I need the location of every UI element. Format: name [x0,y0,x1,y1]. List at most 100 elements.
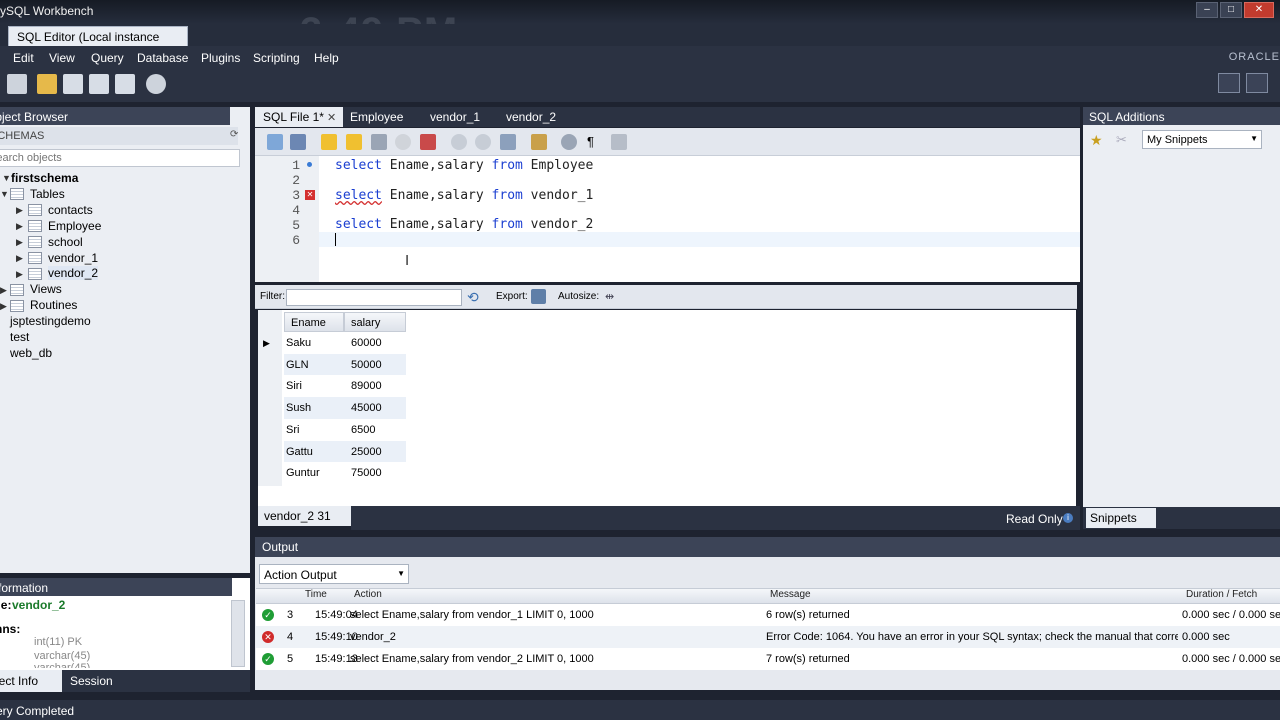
table-row[interactable]: Siri 89000 [284,375,406,398]
explain-icon[interactable] [371,134,387,150]
execute-icon[interactable] [321,134,337,150]
tab-sql-editor[interactable]: SQL Editor (Local instance M... [8,26,188,58]
export-icon[interactable] [531,289,546,304]
tab-session[interactable]: Session [70,674,113,688]
table-vendor-2[interactable]: vendor_2 [48,266,99,280]
schema-test[interactable]: test [10,330,29,344]
cell-ename[interactable]: Guntur [284,462,344,484]
schema-firstschema[interactable]: firstschema [11,171,78,185]
menu-help[interactable]: Help [314,51,339,65]
toggle-output-icon[interactable] [1246,73,1268,93]
toggle-error-icon[interactable] [420,134,436,150]
snippets-list[interactable] [1083,152,1280,507]
info-scrollbar[interactable] [231,600,245,667]
close-icon[interactable]: ✕ [1244,2,1274,18]
tab-result-vendor-2[interactable]: vendor_2 31 [258,506,351,526]
table-row[interactable]: Guntur 75000 [284,462,406,485]
filter-input[interactable] [286,289,462,306]
output-type-select[interactable]: Action Output ▼ [259,564,409,584]
cell-ename[interactable]: Sush [284,397,344,419]
new-table-icon[interactable] [63,74,83,94]
views-node[interactable]: Views [30,282,62,296]
column-header-time[interactable]: Time [305,589,327,603]
new-schema-icon[interactable] [37,74,57,94]
new-routine-icon[interactable] [115,74,135,94]
close-tab-icon[interactable]: ✕ [327,111,336,124]
expand-table-icon[interactable]: ▶ [16,221,23,232]
search-objects-input[interactable] [0,149,240,167]
rollback-icon[interactable] [475,134,491,150]
autosize-icon[interactable]: ⇹ [605,290,614,303]
menu-database[interactable]: Database [137,51,188,65]
table-school[interactable]: school [48,235,83,249]
table-row[interactable]: Gattu 25000 [284,440,406,463]
routines-node[interactable]: Routines [30,298,77,312]
expand-firstschema-icon[interactable]: ▼ [2,173,11,183]
invisible-chars-icon[interactable]: ¶ [587,134,594,149]
reconnect-icon[interactable] [146,74,166,94]
expand-table-icon[interactable]: ▶ [16,269,23,280]
syntax-error-icon[interactable]: ✕ [305,190,315,200]
table-row[interactable]: Sush 45000 [284,397,406,420]
expand-table-icon[interactable]: ▶ [16,253,23,264]
toggle-sidebar-icon[interactable] [1218,73,1240,93]
menu-edit[interactable]: Edit [13,51,34,65]
cell-salary[interactable]: 60000 [349,332,405,354]
tab-object-info[interactable]: Object Info [0,670,62,692]
expand-routines-icon[interactable]: ▶ [0,301,7,312]
table-row[interactable]: GLN 50000 [284,353,406,376]
add-snippet-icon[interactable]: ★ [1090,132,1103,149]
tab-vendor-1[interactable]: vendor_1 [422,107,488,127]
tab-vendor-2[interactable]: vendor_2 [498,107,564,127]
expand-views-icon[interactable]: ▶ [0,285,7,296]
save-icon[interactable] [290,134,306,150]
column-header-salary[interactable]: salary [344,312,406,332]
menu-scripting[interactable]: Scripting [253,51,300,65]
cell-salary[interactable]: 50000 [349,354,405,376]
cell-ename[interactable]: Gattu [284,441,344,463]
cell-ename[interactable]: Sri [284,419,344,441]
schema-jsptestingdemo[interactable]: jsptestingdemo [10,314,91,328]
table-vendor-1[interactable]: vendor_1 [48,251,98,265]
commit-icon[interactable] [451,134,467,150]
remove-snippet-icon[interactable]: ✂ [1116,132,1127,148]
open-file-icon[interactable] [267,134,283,150]
beautify-icon[interactable] [531,134,547,150]
cell-salary[interactable]: 6500 [349,419,405,441]
output-row[interactable]: ✓ 3 15:49:04 select Ename,salary from vendo… [256,604,1280,626]
expand-tables-icon[interactable]: ▼ [0,189,9,199]
expand-table-icon[interactable]: ▶ [16,237,23,248]
refresh-icon[interactable]: ⟲ [467,289,479,306]
column-header-duration[interactable]: Duration / Fetch [1186,589,1257,603]
execute-current-icon[interactable] [346,134,362,150]
menu-plugins[interactable]: Plugins [201,51,240,65]
tables-node[interactable]: Tables [30,187,65,201]
cell-ename[interactable]: Siri [284,375,344,397]
column-header-message[interactable]: Message [770,589,811,603]
menu-query[interactable]: Query [91,51,124,65]
minimize-icon[interactable]: – [1196,2,1218,18]
table-row[interactable]: Saku 60000 [284,332,406,354]
word-wrap-icon[interactable] [611,134,627,150]
table-contacts[interactable]: contacts [48,203,93,217]
refresh-schemas-icon[interactable]: ⟳ [230,129,238,140]
stop-icon[interactable] [395,134,411,150]
column-header-ename[interactable]: Ename [284,312,344,332]
cell-salary[interactable]: 25000 [349,441,405,463]
new-view-icon[interactable] [89,74,109,94]
cell-ename[interactable]: Saku [284,332,344,354]
expand-table-icon[interactable]: ▶ [16,205,23,216]
info-icon[interactable]: i [1063,513,1073,523]
new-connection-icon[interactable] [7,74,27,94]
cell-salary[interactable]: 89000 [349,375,405,397]
tab-snippets[interactable]: Snippets [1086,508,1156,528]
column-header-action[interactable]: Action [354,589,382,603]
maximize-icon[interactable]: □ [1220,2,1242,18]
tab-employee[interactable]: Employee [342,107,411,127]
cell-salary[interactable]: 75000 [349,462,405,484]
cell-ename[interactable]: GLN [284,354,344,376]
output-row[interactable]: ✓ 5 15:49:13 select Ename,salary from vendo… [256,648,1280,670]
output-row[interactable]: ✕ 4 15:49:10 vendor_2 Error Code: 1064. You … [256,626,1280,648]
snippets-select[interactable]: My Snippets ▼ [1142,130,1262,149]
find-icon[interactable] [561,134,577,150]
